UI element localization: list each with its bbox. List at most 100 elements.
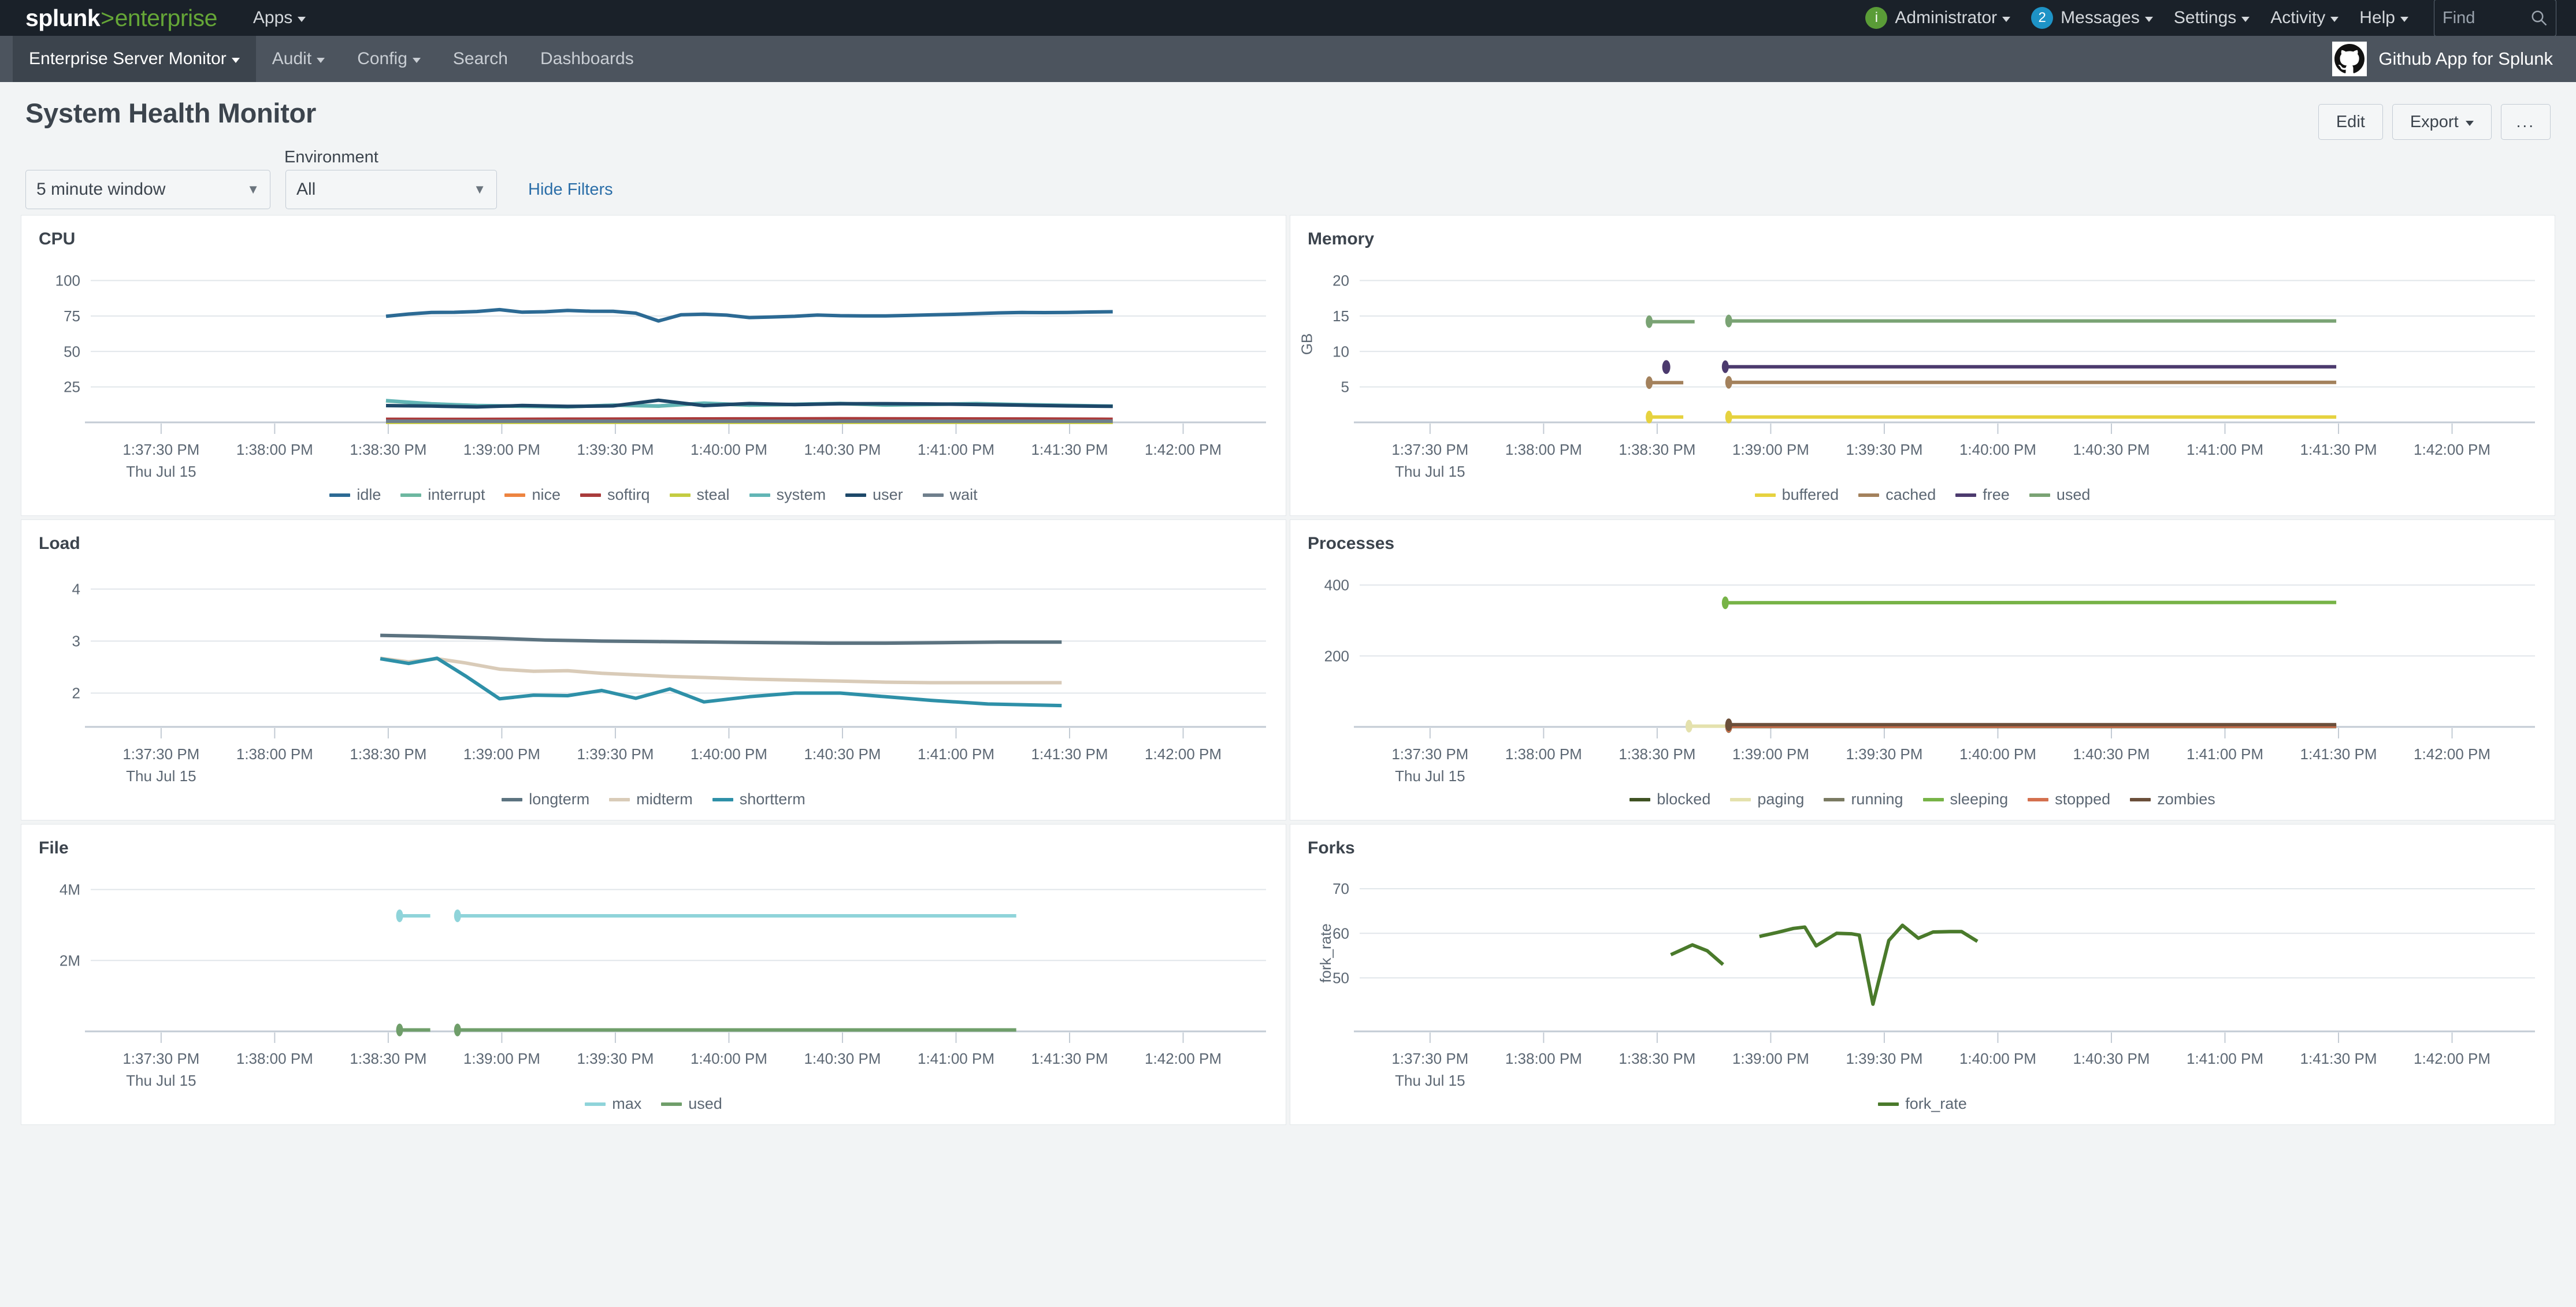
legend-item[interactable]: zombies [2130, 790, 2215, 808]
legend-item[interactable]: steal [670, 486, 730, 504]
chart-cpu[interactable]: 2550751001:37:30 PM1:38:00 PM1:38:30 PM1… [21, 249, 1286, 486]
svg-text:Thu Jul 15: Thu Jul 15 [1395, 767, 1465, 785]
chevron-down-icon [2145, 17, 2153, 22]
legend-label: nice [532, 486, 561, 504]
svg-text:25: 25 [64, 378, 80, 396]
legend-label: used [2057, 486, 2091, 504]
legend-item[interactable]: blocked [1630, 790, 1710, 808]
legend-item[interactable]: fork_rate [1878, 1095, 1967, 1113]
hide-filters-link[interactable]: Hide Filters [528, 180, 613, 199]
chevron-down-icon [2241, 17, 2250, 22]
svg-text:15: 15 [1332, 307, 1349, 325]
activity-menu[interactable]: Activity [2270, 8, 2339, 28]
splunk-logo[interactable]: splunk>enterprise [25, 5, 217, 32]
svg-text:1:40:30 PM: 1:40:30 PM [804, 745, 881, 763]
legend-swatch-icon [1755, 493, 1776, 497]
svg-text:1:40:00 PM: 1:40:00 PM [691, 745, 767, 763]
nav-item-audit[interactable]: Audit [256, 36, 341, 82]
legend-label: wait [950, 486, 978, 504]
svg-text:10: 10 [1332, 343, 1349, 360]
find-search-box[interactable]: Find [2434, 0, 2556, 36]
legend-item[interactable]: paging [1730, 790, 1804, 808]
chart-forks[interactable]: 5060701:37:30 PM1:38:00 PM1:38:30 PM1:39… [1290, 858, 2555, 1095]
edit-button[interactable]: Edit [2318, 104, 2383, 140]
svg-text:2021: 2021 [144, 1094, 178, 1095]
svg-text:1:42:00 PM: 1:42:00 PM [1145, 441, 1222, 458]
legend-item[interactable]: longterm [502, 790, 589, 808]
export-button[interactable]: Export [2392, 104, 2492, 140]
legend-item[interactable]: idle [329, 486, 381, 504]
chart-file[interactable]: 2M4M1:37:30 PM1:38:00 PM1:38:30 PM1:39:0… [21, 858, 1286, 1095]
top-bar-right-group: i Administrator 2 Messages Settings Acti… [1844, 0, 2556, 36]
svg-text:1:39:30 PM: 1:39:30 PM [1846, 441, 1922, 458]
nav-item-search[interactable]: Search [437, 36, 524, 82]
svg-text:4: 4 [72, 581, 80, 598]
legend-label: used [688, 1095, 722, 1113]
environment-select[interactable]: All ▼ [285, 170, 497, 209]
chevron-down-icon: ▼ [458, 182, 486, 197]
legend-item[interactable]: user [845, 486, 903, 504]
legend-swatch-icon [1730, 798, 1751, 801]
legend-item[interactable]: free [1955, 486, 2010, 504]
svg-text:1:42:00 PM: 1:42:00 PM [1145, 1050, 1222, 1067]
settings-menu[interactable]: Settings [2174, 8, 2250, 28]
more-options-button[interactable]: ... [2501, 104, 2551, 140]
legend-item[interactable]: buffered [1755, 486, 1839, 504]
svg-text:1:38:00 PM: 1:38:00 PM [1505, 441, 1582, 458]
messages-menu[interactable]: 2 Messages [2031, 7, 2153, 29]
legend-item[interactable]: used [661, 1095, 722, 1113]
nav-item-config[interactable]: Config [341, 36, 437, 82]
legend-item[interactable]: used [2029, 486, 2091, 504]
help-menu[interactable]: Help [2359, 8, 2408, 28]
legend-swatch-icon [1923, 798, 1944, 801]
svg-text:1:37:30 PM: 1:37:30 PM [123, 441, 199, 458]
legend-swatch-icon [329, 493, 350, 497]
legend-item[interactable]: max [585, 1095, 641, 1113]
messages-label: Messages [2061, 8, 2140, 28]
svg-text:50: 50 [64, 343, 80, 360]
legend-item[interactable]: stopped [2028, 790, 2110, 808]
legend-item[interactable]: system [749, 486, 826, 504]
chart-memory[interactable]: 51015201:37:30 PM1:38:00 PM1:38:30 PM1:3… [1290, 249, 2555, 486]
app-nav-bar: Enterprise Server Monitor Audit Config S… [0, 36, 2576, 82]
legend-item[interactable]: interrupt [400, 486, 485, 504]
panel-title-processes: Processes [1290, 520, 2555, 554]
legend-label: zombies [2157, 790, 2215, 808]
nav-item-enterprise-server-monitor[interactable]: Enterprise Server Monitor [13, 36, 256, 82]
apps-menu[interactable]: Apps [253, 8, 306, 28]
svg-text:1:41:30 PM: 1:41:30 PM [2300, 745, 2377, 763]
nav-label: Enterprise Server Monitor [29, 49, 227, 69]
svg-text:2M: 2M [60, 952, 80, 969]
nav-label: Audit [272, 49, 311, 69]
legend-item[interactable]: softirq [580, 486, 650, 504]
legend-label: interrupt [428, 486, 485, 504]
chart-processes[interactable]: 2004001:37:30 PM1:38:00 PM1:38:30 PM1:39… [1290, 554, 2555, 790]
nav-label: Dashboards [540, 49, 634, 69]
logo-chevron-glyph: > [101, 5, 114, 32]
find-placeholder-text: Find [2443, 9, 2475, 28]
legend-item[interactable]: wait [923, 486, 978, 504]
svg-text:1:40:30 PM: 1:40:30 PM [2073, 745, 2150, 763]
svg-text:60: 60 [1332, 924, 1349, 942]
administrator-menu[interactable]: i Administrator [1865, 7, 2010, 29]
legend-cpu: idle interrupt nice softirq steal system user w… [21, 486, 1286, 515]
legend-item[interactable]: sleeping [1923, 790, 2009, 808]
panel-processes: Processes 2004001:37:30 PM1:38:00 PM1:38… [1290, 519, 2555, 820]
chart-load[interactable]: 2341:37:30 PM1:38:00 PM1:38:30 PM1:39:00… [21, 554, 1286, 790]
nav-item-dashboards[interactable]: Dashboards [524, 36, 650, 82]
dashboard-header: System Health Monitor Edit Export ... [0, 82, 2576, 140]
svg-text:4M: 4M [60, 881, 80, 898]
svg-text:1:40:00 PM: 1:40:00 PM [691, 1050, 767, 1067]
legend-item[interactable]: nice [504, 486, 561, 504]
help-label: Help [2359, 8, 2395, 28]
legend-item[interactable]: shortterm [712, 790, 806, 808]
svg-text:1:37:30 PM: 1:37:30 PM [1391, 441, 1468, 458]
svg-text:1:41:00 PM: 1:41:00 PM [918, 1050, 994, 1067]
svg-text:1:41:30 PM: 1:41:30 PM [2300, 1050, 2377, 1067]
legend-item[interactable]: cached [1858, 486, 1936, 504]
time-range-select[interactable]: 5 minute window ▼ [25, 170, 270, 209]
svg-text:400: 400 [1324, 577, 1349, 594]
svg-text:1:40:30 PM: 1:40:30 PM [2073, 441, 2150, 458]
legend-item[interactable]: running [1824, 790, 1903, 808]
legend-item[interactable]: midterm [609, 790, 693, 808]
